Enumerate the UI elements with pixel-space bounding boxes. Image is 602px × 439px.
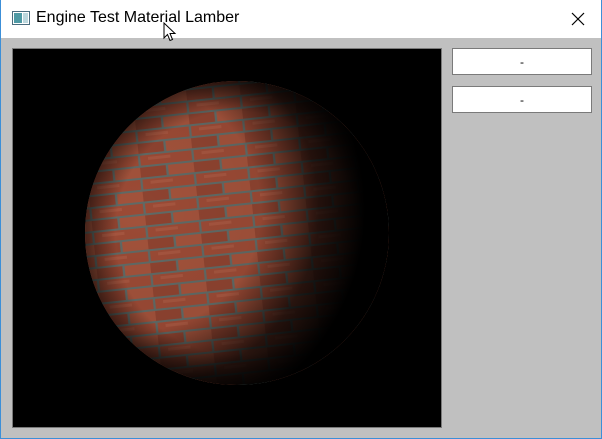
- brick-sphere: [85, 81, 389, 385]
- close-icon: [571, 12, 585, 26]
- window-title: Engine Test Material Lamber: [36, 9, 240, 26]
- sidebar-button-2[interactable]: -: [452, 86, 592, 113]
- sidebar-button-1[interactable]: -: [452, 48, 592, 75]
- mouse-cursor-icon: [163, 22, 177, 42]
- title-bar[interactable]: Engine Test Material Lamber: [1, 0, 601, 38]
- render-viewport[interactable]: [12, 48, 442, 428]
- app-window: Engine Test Material Lamber - -: [0, 0, 602, 439]
- app-window-icon: [12, 11, 30, 25]
- close-button[interactable]: [555, 0, 601, 38]
